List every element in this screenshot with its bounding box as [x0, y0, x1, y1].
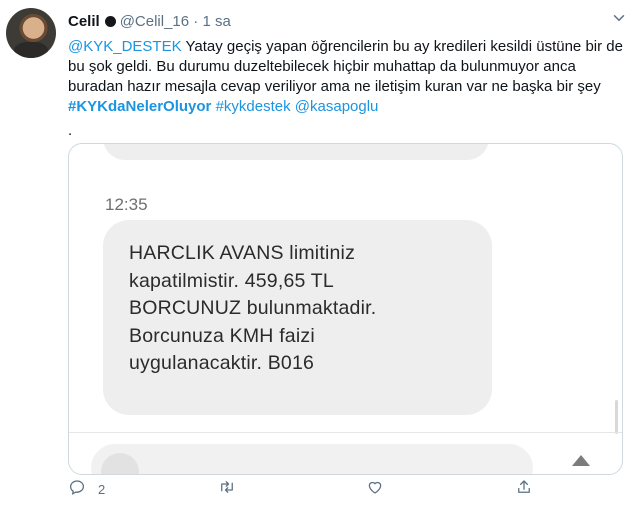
sms-message-text: HARCLIK AVANS limitiniz kapatilmistir. 4…	[129, 240, 479, 378]
sms-line: BORCUNUZ bulunmaktadir.	[129, 297, 377, 319]
retweet-icon	[218, 478, 236, 501]
avatar[interactable]	[6, 8, 56, 58]
like-button[interactable]	[366, 478, 384, 500]
hashtag-link-kykdaneleroluyor[interactable]: #KYKdaNelerOluyor	[68, 98, 211, 115]
tweet-text: @KYK_DESTEK Yatay geçiş yapan öğrenciler…	[68, 37, 623, 117]
handle[interactable]: @Celil_16	[120, 13, 189, 30]
send-icon	[572, 455, 590, 466]
like-icon	[366, 478, 384, 501]
badge-icon	[104, 16, 116, 27]
sms-message-bubble: HARCLIK AVANS limitiniz kapatilmistir. 4…	[103, 220, 492, 415]
share-button[interactable]	[515, 478, 533, 500]
reply-button[interactable]: 2	[68, 478, 105, 500]
attached-image[interactable]: 12:35 HARCLIK AVANS limitiniz kapatilmis…	[68, 143, 623, 475]
share-icon	[515, 478, 533, 501]
attach-icon	[101, 453, 139, 474]
trailing-dot: .	[68, 122, 73, 139]
separator: ·	[193, 13, 199, 30]
reply-count: 2	[98, 481, 106, 497]
sms-line: Borcunuza KMH faizi	[129, 324, 315, 347]
reply-icon	[68, 478, 86, 501]
sms-scrollbar	[615, 400, 618, 434]
previous-message-bubble	[103, 144, 489, 160]
mention-link-kasapoglu[interactable]: @kasapoglu	[295, 98, 379, 115]
tweet: Celil @Celil_16 · 1 sa @KYK_DESTEK Yatay …	[0, 0, 641, 514]
sms-line: uygulanacaktir. B016	[129, 352, 315, 374]
retweet-button[interactable]	[218, 478, 236, 500]
sms-line: HARCLIK AVANS limitiniz	[129, 242, 356, 264]
sms-input-box	[91, 444, 533, 474]
more-options-icon[interactable]	[607, 9, 631, 29]
action-bar: 2	[68, 478, 548, 502]
display-name[interactable]: Celil	[68, 13, 100, 30]
timestamp[interactable]: 1 sa	[202, 13, 230, 30]
sms-line: kapatilmistir. 459,65 TL	[129, 269, 334, 292]
divider	[69, 432, 622, 433]
tweet-header: Celil @Celil_16 · 1 sa	[68, 13, 231, 30]
mention-link[interactable]: @KYK_DESTEK	[68, 38, 182, 55]
sms-timestamp: 12:35	[105, 195, 148, 214]
hashtag-link-kykdestek[interactable]: #kykdestek	[216, 98, 291, 115]
